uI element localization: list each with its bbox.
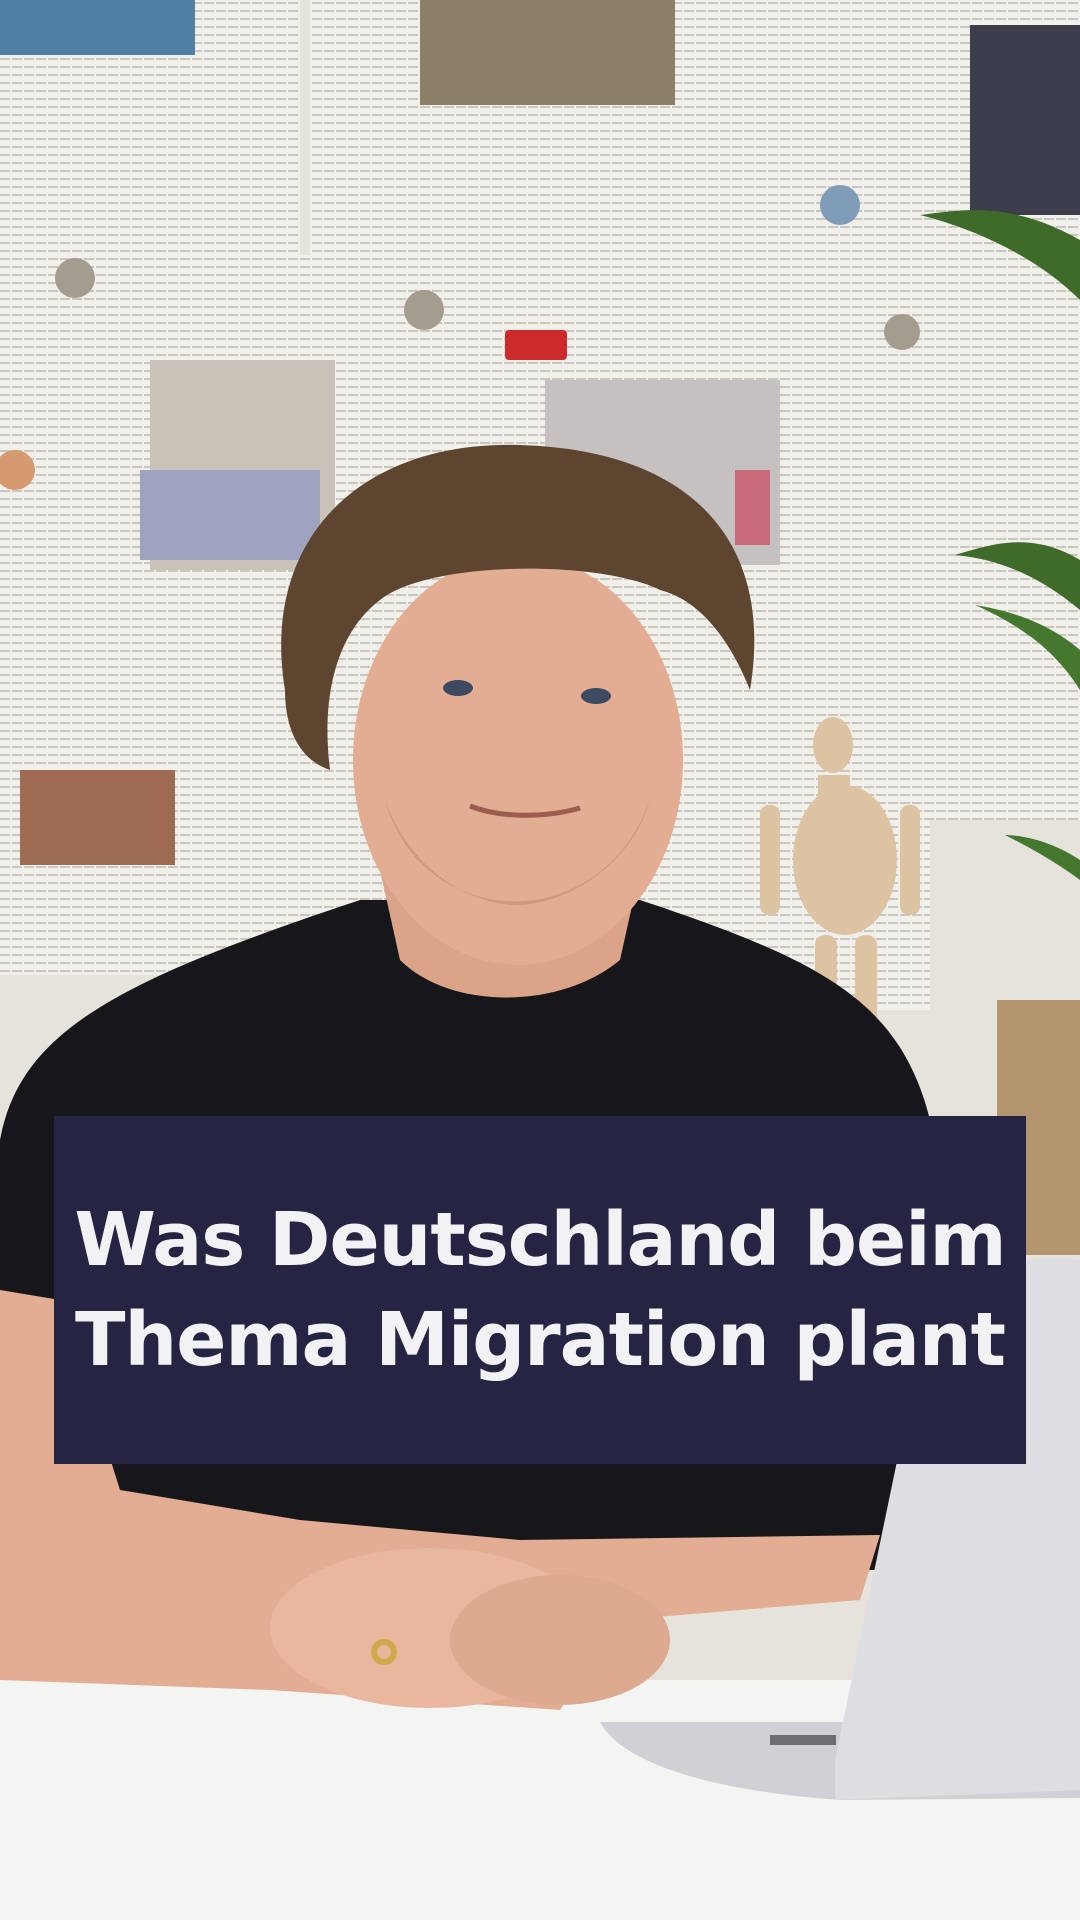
headline-line-2: Thema Migration plant [75,1297,1006,1383]
background-scene [0,0,1080,1920]
headline-banner: Was Deutschland beim Thema Migration pla… [54,1116,1026,1464]
video-frame: Was Deutschland beim Thema Migration pla… [0,0,1080,1920]
headline-line-1: Was Deutschland beim [74,1197,1006,1283]
